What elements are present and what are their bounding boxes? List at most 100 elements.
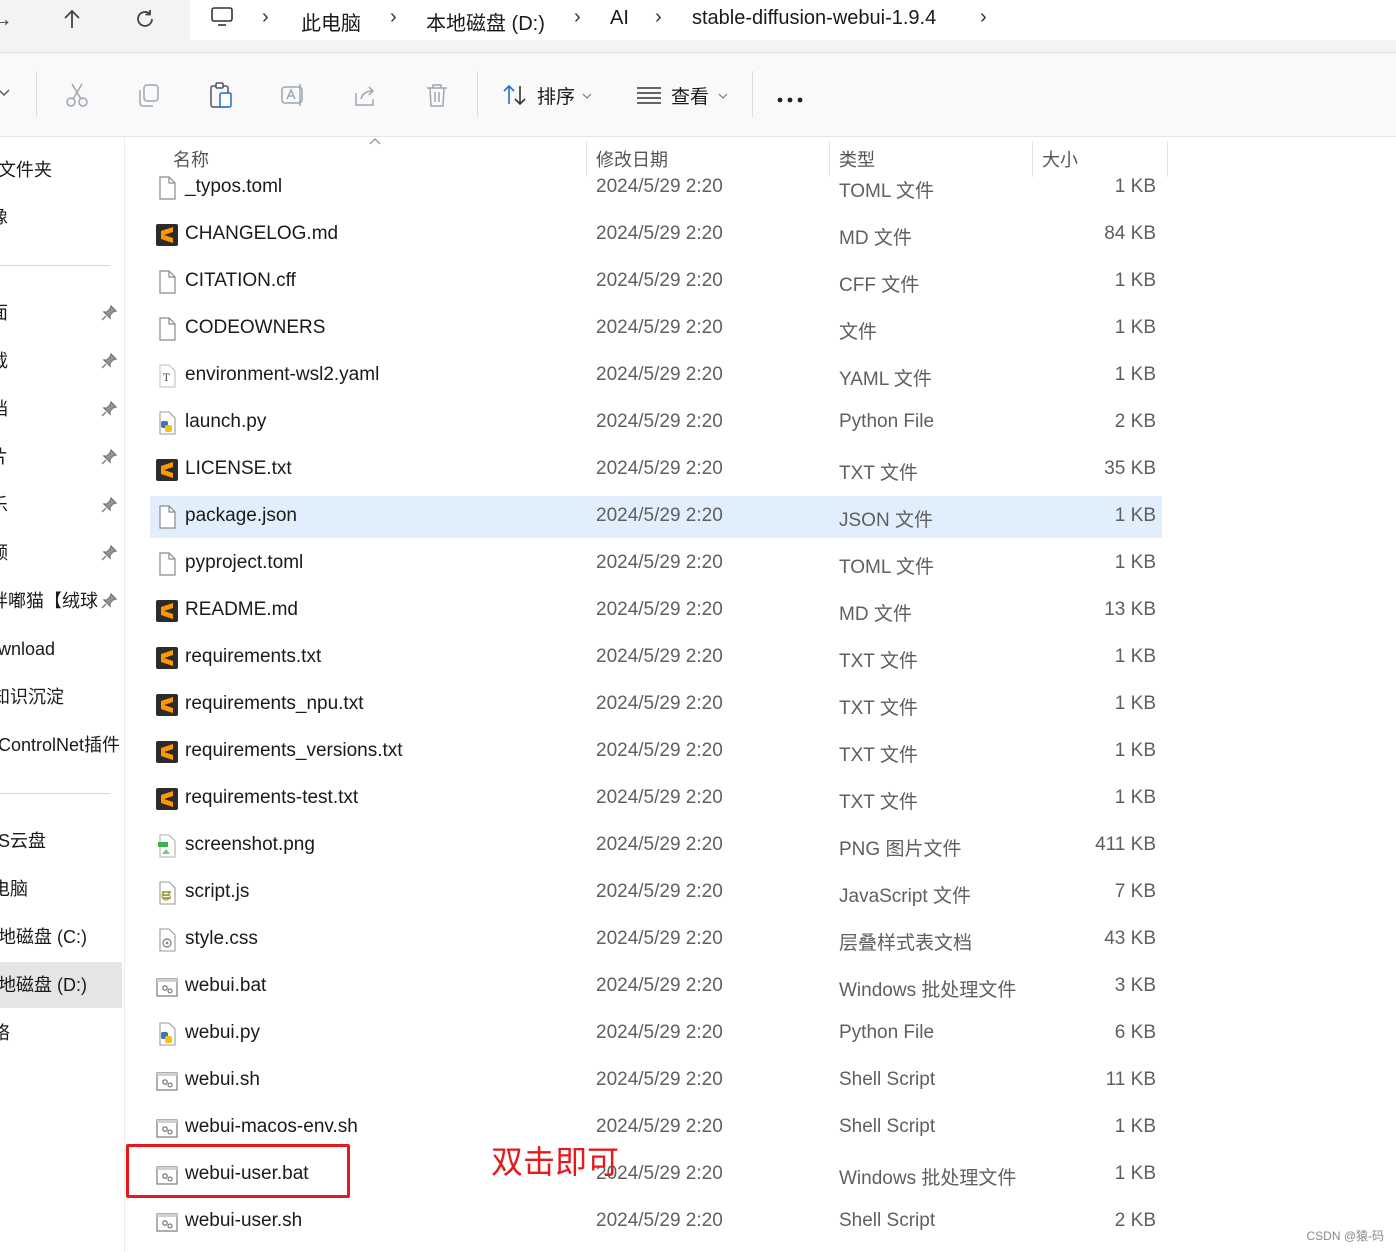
file-date: 2024/5/29 2:20 [596, 693, 723, 714]
delete-icon[interactable] [423, 81, 451, 109]
sidebar-item[interactable]: 面 [0, 290, 122, 336]
file-size: 1 KB [1114, 270, 1156, 291]
monitor-icon[interactable] [210, 6, 234, 33]
file-date: 2024/5/29 2:20 [596, 1210, 723, 1231]
file-type: Shell Script [839, 1069, 936, 1090]
file-name: webui.sh [185, 1069, 260, 1090]
file-row[interactable]: _typos.toml 2024/5/29 2:20 TOML 文件 1 KB [150, 167, 1162, 209]
share-icon[interactable] [351, 81, 379, 109]
file-name: CODEOWNERS [185, 317, 326, 338]
file-size: 11 KB [1105, 1069, 1156, 1090]
chevron-right-icon[interactable]: › [980, 6, 987, 29]
file-row[interactable]: pyproject.toml 2024/5/29 2:20 TOML 文件 1 KB [150, 543, 1162, 585]
batch-icon [156, 1116, 178, 1140]
sublime-icon [156, 599, 178, 623]
file-type: TXT 文件 [839, 745, 918, 766]
sort-button[interactable]: 排序 [500, 53, 600, 136]
file-type: Shell Script [839, 1116, 936, 1137]
file-type: 层叠样式表文档 [839, 933, 973, 954]
file-row[interactable]: package.json 2024/5/29 2:20 JSON 文件 1 KB [150, 496, 1162, 538]
sidebar-item[interactable]: 频 [0, 530, 122, 576]
chevron-right-icon[interactable]: › [655, 6, 662, 29]
file-row[interactable]: requirements.txt 2024/5/29 2:20 TXT 文件 1 KB [150, 637, 1162, 679]
file-row[interactable]: webui.py 2024/5/29 2:20 Python File 6 KB [150, 1013, 1162, 1055]
chevron-right-icon[interactable]: › [262, 6, 269, 29]
sidebar-item[interactable]: 文件夹 [0, 147, 122, 193]
file-icon [156, 317, 178, 341]
file-row[interactable]: screenshot.png 2024/5/29 2:20 PNG 图片文件 411 … [150, 825, 1162, 867]
file-row[interactable]: requirements_versions.txt 2024/5/29 2:20 T… [150, 731, 1162, 773]
pin-icon [101, 544, 118, 561]
file-row[interactable]: script.js 2024/5/29 2:20 JavaScript 文件 7 KB [150, 872, 1162, 914]
paste-icon[interactable] [207, 81, 235, 109]
sublime-icon [156, 646, 178, 670]
sidebar-item[interactable]: 乐 [0, 482, 122, 528]
column-divider[interactable] [1167, 141, 1168, 177]
sublime-icon [156, 458, 178, 482]
file-row[interactable]: webui.bat 2024/5/29 2:20 Windows 批处理文件 3 KB [150, 966, 1162, 1008]
file-row[interactable]: requirements_npu.txt 2024/5/29 2:20 TXT 文件… [150, 684, 1162, 726]
file-row[interactable]: Tenvironment-wsl2.yaml 2024/5/29 2:20 YAML… [150, 355, 1162, 397]
sidebar-item[interactable]: ControlNet插件 [0, 722, 122, 768]
chevron-right-icon[interactable]: › [574, 6, 581, 29]
chevron-down-icon[interactable] [0, 85, 10, 103]
chevron-right-icon[interactable]: › [390, 6, 397, 29]
file-row[interactable]: webui-user.sh 2024/5/29 2:20 Shell Script 2… [150, 1201, 1162, 1243]
up-icon[interactable] [54, 4, 90, 34]
file-date: 2024/5/29 2:20 [596, 223, 723, 244]
file-row[interactable]: README.md 2024/5/29 2:20 MD 文件 13 KB [150, 590, 1162, 632]
file-row[interactable]: CHANGELOG.md 2024/5/29 2:20 MD 文件 84 KB [150, 214, 1162, 256]
file-row[interactable]: requirements-test.txt 2024/5/29 2:20 TXT 文… [150, 778, 1162, 820]
file-row[interactable]: webui.sh 2024/5/29 2:20 Shell Script 11 KB [150, 1060, 1162, 1102]
view-button[interactable]: 查看 [634, 53, 734, 136]
sidebar-item[interactable]: wnload [0, 626, 122, 672]
crumb-drive-d[interactable]: 本地磁盘 (D:) [426, 7, 545, 36]
sidebar-item[interactable]: 像 [0, 194, 122, 240]
sidebar-item[interactable]: 胖嘟猫【绒球 [0, 578, 122, 624]
file-row[interactable]: launch.py 2024/5/29 2:20 Python File 2 KB [150, 402, 1162, 444]
file-row[interactable]: webui-macos-env.sh 2024/5/29 2:20 Shell Sc… [150, 1107, 1162, 1149]
crumb-current-folder[interactable]: stable-diffusion-webui-1.9.4 [692, 7, 936, 30]
sort-icon [503, 84, 526, 106]
file-date: 2024/5/29 2:20 [596, 1022, 723, 1043]
view-label: 查看 [671, 87, 710, 108]
sidebar-item[interactable]: S云盘 [0, 818, 122, 864]
file-row[interactable]: CODEOWNERS 2024/5/29 2:20 文件 1 KB [150, 308, 1162, 350]
refresh-icon[interactable] [127, 4, 163, 34]
breadcrumb[interactable]: › 此电脑 › 本地磁盘 (D:) › AI › stable-diffusio… [190, 0, 1396, 40]
file-name: pyproject.toml [185, 552, 304, 573]
file-row[interactable]: LICENSE.txt 2024/5/29 2:20 TXT 文件 35 KB [150, 449, 1162, 491]
toolbar-divider [752, 71, 753, 117]
file-name: package.json [185, 505, 297, 526]
file-date: 2024/5/29 2:20 [596, 364, 723, 385]
file-type: Shell Script [839, 1210, 936, 1231]
sidebar-item[interactable]: 档 [0, 386, 122, 432]
address-bar: → › 此电脑 › 本地磁盘 (D:) › AI › stable-diffus… [0, 0, 1396, 53]
forward-icon[interactable]: → [0, 4, 20, 34]
copy-icon[interactable] [135, 81, 163, 109]
crumb-ai[interactable]: AI [610, 7, 629, 30]
sidebar-item-drive-d[interactable]: 地磁盘 (D:) [0, 962, 122, 1008]
sidebar-item[interactable]: 片 [0, 434, 122, 480]
sidebar-item-drive-c[interactable]: 地磁盘 (C:) [0, 914, 122, 960]
file-date: 2024/5/29 2:20 [596, 975, 723, 996]
sidebar-item[interactable]: 载 [0, 338, 122, 384]
sidebar-item[interactable]: 络 [0, 1010, 122, 1056]
file-row[interactable]: CITATION.cff 2024/5/29 2:20 CFF 文件 1 KB [150, 261, 1162, 303]
file-name: CHANGELOG.md [185, 223, 339, 244]
rename-icon[interactable] [279, 81, 307, 109]
cut-icon[interactable] [63, 81, 91, 109]
command-bar: 排序 查看 [0, 53, 1396, 137]
more-options-icon[interactable] [776, 91, 804, 109]
file-row[interactable]: style.css 2024/5/29 2:20 层叠样式表文档 43 KB [150, 919, 1162, 961]
file-size: 1 KB [1114, 1116, 1156, 1137]
file-date: 2024/5/29 2:20 [596, 599, 723, 620]
view-list-icon [637, 87, 661, 104]
file-date: 2024/5/29 2:20 [596, 740, 723, 761]
batch-icon [156, 975, 178, 999]
sidebar-item[interactable]: 知识沉淀 [0, 674, 122, 720]
sidebar-item[interactable]: 电脑 [0, 866, 122, 912]
file-name: screenshot.png [185, 834, 315, 855]
file-size: 2 KB [1114, 1210, 1156, 1231]
crumb-this-pc[interactable]: 此电脑 [301, 7, 361, 36]
